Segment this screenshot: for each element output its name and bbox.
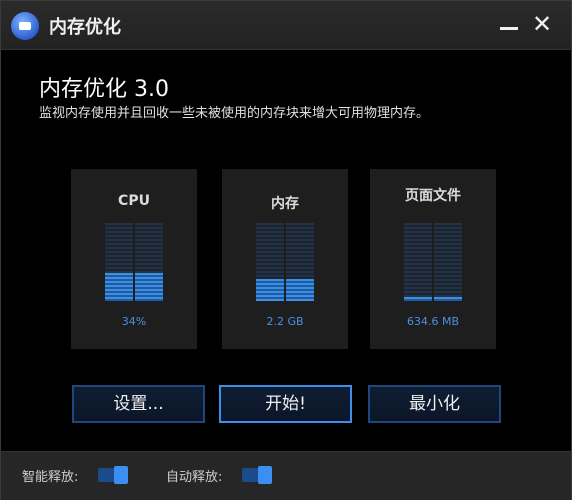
minimize-button[interactable]: 最小化 <box>368 385 501 423</box>
auto-release-toggle[interactable] <box>242 466 272 484</box>
memory-label: 内存 <box>271 196 299 212</box>
memory-panel: 内存 2.2 GB <box>222 169 348 349</box>
pagefile-meter <box>404 223 462 301</box>
settings-button[interactable]: 设置... <box>72 385 205 423</box>
cpu-label: CPU <box>118 193 150 209</box>
start-button[interactable]: 开始! <box>219 385 352 423</box>
footer-bar: 智能释放: 自动释放: <box>1 451 571 500</box>
smart-release-toggle[interactable] <box>98 466 128 484</box>
app-icon <box>11 12 39 40</box>
memory-value: 2.2 GB <box>266 315 304 328</box>
memory-meter <box>256 223 314 301</box>
auto-release-label: 自动释放: <box>166 470 223 485</box>
pagefile-panel: 页面文件 634.6 MB <box>370 169 496 349</box>
minimize-icon <box>500 27 518 30</box>
pagefile-value: 634.6 MB <box>406 315 460 328</box>
cpu-value: 34% <box>121 315 147 328</box>
memory-optimizer-window: 内存优化 ✕ 内存优化 3.0 监视内存使用并且回收一些未被使用的内存块来增大可… <box>0 0 572 500</box>
close-window-button[interactable]: ✕ <box>529 11 555 37</box>
minimize-window-button[interactable] <box>496 11 522 37</box>
cpu-panel: CPU 34% <box>71 169 197 349</box>
page-title: 内存优化 3.0 <box>39 77 169 102</box>
title-bar[interactable]: 内存优化 ✕ <box>1 1 571 50</box>
cpu-meter <box>105 223 163 301</box>
window-title: 内存优化 <box>49 17 121 38</box>
smart-release-label: 智能释放: <box>22 470 79 485</box>
description-text: 监视内存使用并且回收一些未被使用的内存块来增大可用物理内存。 <box>39 106 430 121</box>
pagefile-label: 页面文件 <box>405 188 461 204</box>
